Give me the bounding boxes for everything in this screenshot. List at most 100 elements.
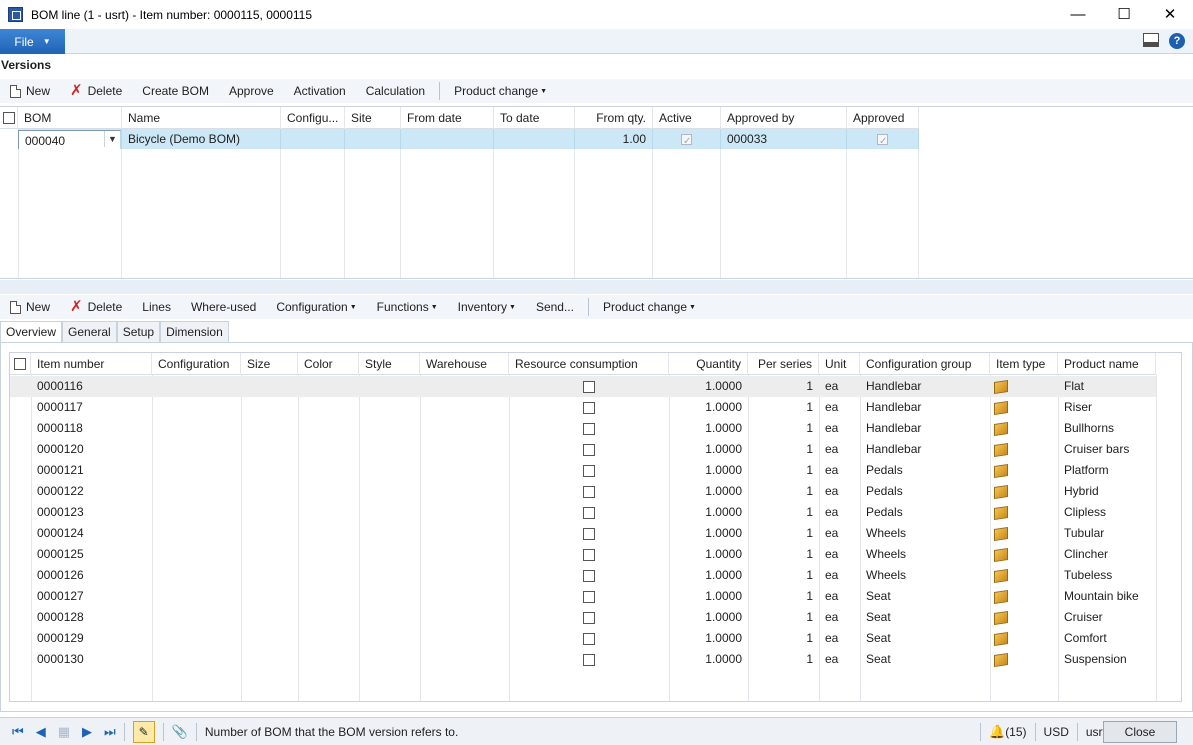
configuration-cell[interactable] <box>152 649 241 670</box>
color-cell[interactable] <box>298 649 359 670</box>
configuration-cell[interactable] <box>152 628 241 649</box>
col-from-date[interactable]: From date <box>401 107 494 129</box>
per-series-cell[interactable]: 1 <box>748 565 819 586</box>
color-cell[interactable] <box>298 397 359 418</box>
configuration-group-cell[interactable]: Wheels <box>860 523 990 544</box>
create-bom-button[interactable]: Create BOM <box>132 80 219 102</box>
color-cell[interactable] <box>298 481 359 502</box>
item-number-cell[interactable]: 0000124 <box>31 523 152 544</box>
per-series-cell[interactable]: 1 <box>748 544 819 565</box>
where-used-button[interactable]: Where-used <box>181 296 266 318</box>
lines-new-button[interactable]: New <box>0 296 60 318</box>
table-row[interactable]: 0000125 1.0000 1 ea Wheels Clincher <box>10 544 1156 565</box>
size-cell[interactable] <box>241 649 298 670</box>
functions-menu-button[interactable]: Functions ▼ <box>367 296 448 318</box>
resource-consumption-checkbox[interactable] <box>509 565 669 586</box>
col-from-qty[interactable]: From qty. <box>575 107 653 129</box>
item-number-cell[interactable]: 0000122 <box>31 481 152 502</box>
configuration-cell[interactable] <box>152 586 241 607</box>
select-all-checkbox[interactable] <box>10 353 31 375</box>
notification-bell-icon[interactable]: 🔔 <box>989 724 1005 740</box>
calculation-button[interactable]: Calculation <box>356 80 435 102</box>
activation-button[interactable]: Activation <box>284 80 356 102</box>
quantity-cell[interactable]: 1.0000 <box>669 649 748 670</box>
col-item-number[interactable]: Item number <box>31 353 152 375</box>
unit-cell[interactable]: ea <box>819 523 860 544</box>
approve-button[interactable]: Approve <box>219 80 284 102</box>
quantity-cell[interactable]: 1.0000 <box>669 607 748 628</box>
previous-record-icon[interactable]: ◀ <box>36 724 46 740</box>
help-icon[interactable]: ? <box>1169 33 1185 49</box>
style-cell[interactable] <box>359 607 420 628</box>
unit-cell[interactable]: ea <box>819 376 860 397</box>
style-cell[interactable] <box>359 460 420 481</box>
product-name-cell[interactable]: Hybrid <box>1058 481 1156 502</box>
name-cell[interactable]: Bicycle (Demo BOM) <box>122 129 281 149</box>
factbox-pane-icon[interactable] <box>1143 33 1159 47</box>
color-cell[interactable] <box>298 502 359 523</box>
product-name-cell[interactable]: Bullhorns <box>1058 418 1156 439</box>
configuration-group-cell[interactable]: Seat <box>860 586 990 607</box>
minimize-button[interactable]: — <box>1055 0 1101 28</box>
per-series-cell[interactable]: 1 <box>748 586 819 607</box>
table-row[interactable]: 0000127 1.0000 1 ea Seat Mountain bike <box>10 586 1156 607</box>
product-name-cell[interactable]: Tubular <box>1058 523 1156 544</box>
col-warehouse[interactable]: Warehouse <box>420 353 509 375</box>
col-unit[interactable]: Unit <box>819 353 860 375</box>
per-series-cell[interactable]: 1 <box>748 628 819 649</box>
close-button[interactable]: Close <box>1103 721 1177 743</box>
unit-cell[interactable]: ea <box>819 586 860 607</box>
per-series-cell[interactable]: 1 <box>748 418 819 439</box>
col-configuration[interactable]: Configu... <box>281 107 345 129</box>
unit-cell[interactable]: ea <box>819 397 860 418</box>
edit-mode-icon[interactable]: ✎ <box>132 720 155 743</box>
versions-product-change-button[interactable]: Product change ▼ <box>444 80 557 102</box>
lines-product-change-button[interactable]: Product change ▼ <box>593 296 706 318</box>
item-number-cell[interactable]: 0000127 <box>31 586 152 607</box>
col-configuration[interactable]: Configuration <box>152 353 241 375</box>
size-cell[interactable] <box>241 439 298 460</box>
tab-setup[interactable]: Setup <box>116 321 161 342</box>
size-cell[interactable] <box>241 397 298 418</box>
quantity-cell[interactable]: 1.0000 <box>669 502 748 523</box>
col-size[interactable]: Size <box>241 353 298 375</box>
table-row[interactable]: 0000128 1.0000 1 ea Seat Cruiser <box>10 607 1156 628</box>
style-cell[interactable] <box>359 523 420 544</box>
product-name-cell[interactable]: Riser <box>1058 397 1156 418</box>
item-type-icon[interactable] <box>990 376 1058 397</box>
col-per-series[interactable]: Per series <box>748 353 819 375</box>
tab-general[interactable]: General <box>62 321 117 342</box>
quantity-cell[interactable]: 1.0000 <box>669 544 748 565</box>
item-type-icon[interactable] <box>990 628 1058 649</box>
maximize-button[interactable]: ☐ <box>1101 0 1147 28</box>
style-cell[interactable] <box>359 418 420 439</box>
quantity-cell[interactable]: 1.0000 <box>669 376 748 397</box>
resource-consumption-checkbox[interactable] <box>509 544 669 565</box>
item-number-cell[interactable]: 0000120 <box>31 439 152 460</box>
configuration-cell[interactable] <box>281 129 345 149</box>
product-name-cell[interactable]: Comfort <box>1058 628 1156 649</box>
item-type-icon[interactable] <box>990 586 1058 607</box>
bom-combobox[interactable]: 000040 ▼ <box>18 130 121 149</box>
warehouse-cell[interactable] <box>420 565 509 586</box>
resource-consumption-checkbox[interactable] <box>509 418 669 439</box>
item-type-icon[interactable] <box>990 544 1058 565</box>
item-type-icon[interactable] <box>990 649 1058 670</box>
unit-cell[interactable]: ea <box>819 544 860 565</box>
color-cell[interactable] <box>298 418 359 439</box>
configuration-group-cell[interactable]: Handlebar <box>860 376 990 397</box>
configuration-cell[interactable] <box>152 502 241 523</box>
file-menu-button[interactable]: File ▼ <box>0 29 65 54</box>
configuration-cell[interactable] <box>152 397 241 418</box>
color-cell[interactable] <box>298 439 359 460</box>
item-number-cell[interactable]: 0000116 <box>31 376 152 397</box>
unit-cell[interactable]: ea <box>819 649 860 670</box>
configuration-group-cell[interactable]: Handlebar <box>860 418 990 439</box>
from-qty-cell[interactable]: 1.00 <box>575 129 653 149</box>
item-number-cell[interactable]: 0000123 <box>31 502 152 523</box>
configuration-cell[interactable] <box>152 523 241 544</box>
size-cell[interactable] <box>241 607 298 628</box>
item-number-cell[interactable]: 0000128 <box>31 607 152 628</box>
item-type-icon[interactable] <box>990 481 1058 502</box>
product-name-cell[interactable]: Suspension <box>1058 649 1156 670</box>
